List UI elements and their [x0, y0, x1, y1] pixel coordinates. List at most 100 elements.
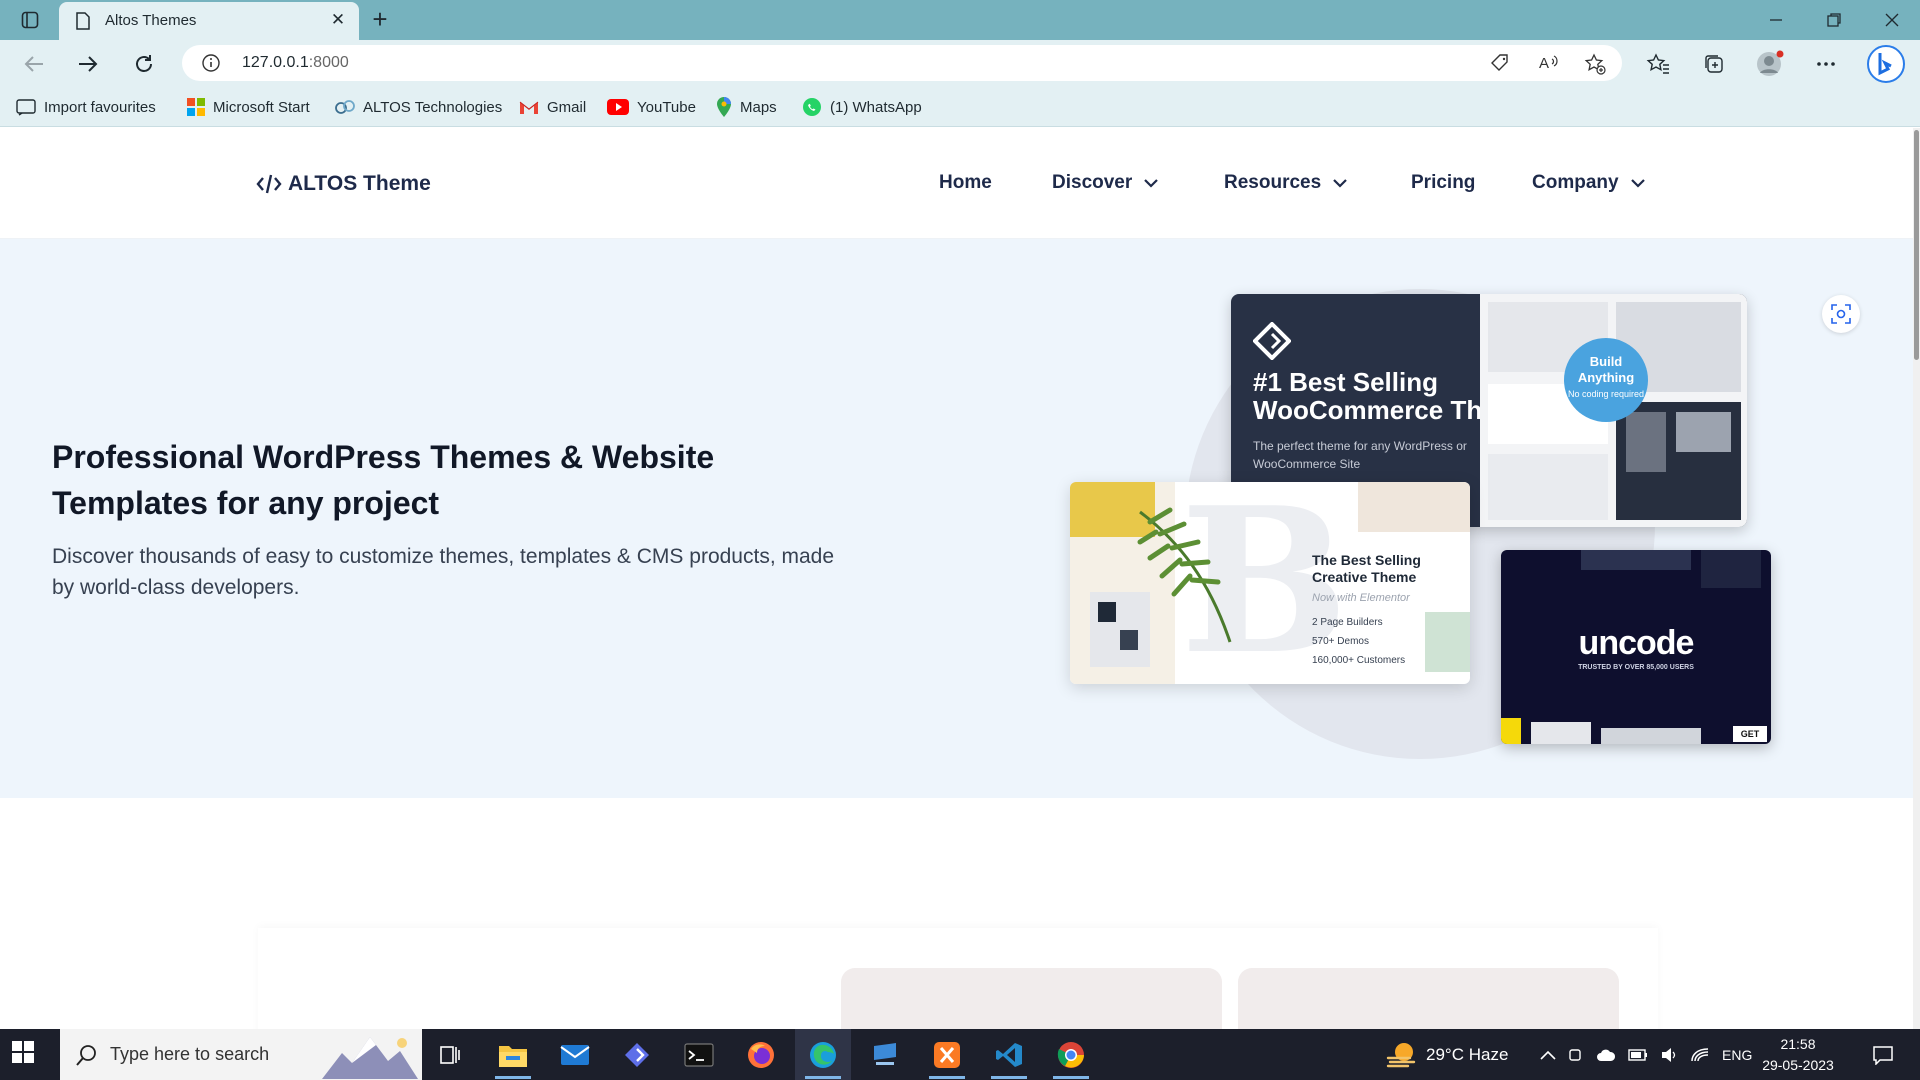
- collections-button[interactable]: [1698, 48, 1730, 80]
- start-button[interactable]: [12, 1041, 34, 1068]
- diamond-logo-icon: [1253, 322, 1291, 360]
- taskbar-vscode[interactable]: [981, 1029, 1037, 1080]
- terminal-icon: [684, 1042, 714, 1067]
- taskbar-power-automate[interactable]: [609, 1029, 665, 1080]
- price-tag-icon[interactable]: [1490, 53, 1510, 73]
- language-indicator[interactable]: ENG: [1722, 1047, 1752, 1063]
- taskbar-mail[interactable]: [547, 1029, 603, 1080]
- palm-leaf-icon: [1137, 507, 1232, 643]
- taskbar-clock[interactable]: 21:58 29-05-2023: [1756, 1034, 1840, 1076]
- favorite-gmail[interactable]: Gmail: [519, 96, 586, 118]
- uncode-get-label: GET: [1733, 726, 1767, 742]
- restore-button[interactable]: [1812, 6, 1856, 34]
- favorite-microsoft-start[interactable]: Microsoft Start: [187, 96, 310, 118]
- edge-icon: [810, 1041, 836, 1068]
- nav-resources[interactable]: Resources: [1224, 172, 1347, 194]
- nav-home[interactable]: Home: [939, 172, 992, 194]
- meet-now-icon[interactable]: [1568, 1047, 1584, 1063]
- task-view-button[interactable]: [422, 1029, 478, 1080]
- uncode-theme-card: uncode TRUSTED BY OVER 85,000 USERS GET: [1501, 550, 1771, 744]
- add-favorite-icon[interactable]: [1584, 53, 1606, 75]
- nav-discover[interactable]: Discover: [1052, 172, 1159, 194]
- close-icon: [1885, 13, 1899, 27]
- favorite-whatsapp[interactable]: (1) WhatsApp: [802, 96, 922, 118]
- more-menu-button[interactable]: [1810, 48, 1842, 80]
- favorite-youtube[interactable]: YouTube: [607, 96, 696, 118]
- taskbar-terminal[interactable]: [671, 1029, 727, 1080]
- minimize-button[interactable]: [1754, 6, 1798, 34]
- uncode-tagline: TRUSTED BY OVER 85,000 USERS: [1578, 664, 1694, 671]
- sun-haze-icon: [1386, 1042, 1416, 1067]
- favorite-altos[interactable]: ALTOS Technologies: [335, 96, 502, 118]
- taskbar-remote-desktop[interactable]: [857, 1029, 913, 1080]
- battery-icon[interactable]: [1628, 1048, 1648, 1061]
- scrollbar-thumb[interactable]: [1914, 130, 1919, 360]
- avatar-icon: [1757, 50, 1784, 76]
- bing-copilot-button[interactable]: [1866, 44, 1906, 84]
- windows-logo-icon: [12, 1041, 34, 1063]
- more-dots-icon: [1817, 62, 1835, 66]
- taskbar-xampp[interactable]: [919, 1029, 975, 1080]
- browser-tab-strip: Altos Themes ✕ +: [0, 0, 1920, 40]
- hero-theme-collage: #1 Best Selling WooCommerce Theme The pe…: [1060, 287, 1780, 767]
- uncode-brand-text: uncode: [1578, 624, 1695, 662]
- taskbar-file-explorer[interactable]: [485, 1029, 541, 1080]
- taskbar-edge[interactable]: [795, 1029, 851, 1080]
- address-bar[interactable]: 127.0.0.1:8000 A: [182, 45, 1622, 81]
- search-icon: [76, 1045, 96, 1066]
- taskbar-firefox[interactable]: [733, 1029, 789, 1080]
- notification-icon: [1873, 1045, 1893, 1065]
- taskbar-search[interactable]: Type here to search: [60, 1029, 422, 1080]
- nav-label: Discover: [1052, 172, 1133, 193]
- weather-widget[interactable]: 29°C Haze: [1386, 1029, 1508, 1080]
- notifications-button[interactable]: [1858, 1029, 1908, 1080]
- taskbar-chrome[interactable]: [1043, 1029, 1099, 1080]
- page-scrollbar[interactable]: [1913, 128, 1920, 1029]
- chrome-icon: [1057, 1041, 1084, 1068]
- power-automate-icon: [625, 1042, 649, 1067]
- svg-text:A: A: [1539, 55, 1549, 72]
- hero-section: Professional WordPress Themes & Website …: [0, 239, 1913, 798]
- profile-button[interactable]: [1754, 48, 1786, 80]
- nav-label: Company: [1532, 172, 1619, 193]
- site-logo[interactable]: ALTOS Theme: [256, 172, 431, 196]
- url-text: 127.0.0.1:8000: [242, 54, 349, 72]
- search-placeholder: Type here to search: [110, 1044, 270, 1064]
- nav-company[interactable]: Company: [1532, 172, 1645, 194]
- nav-pricing[interactable]: Pricing: [1411, 172, 1475, 194]
- read-aloud-icon[interactable]: A: [1538, 53, 1560, 73]
- file-explorer-icon: [499, 1045, 527, 1067]
- onedrive-cloud-icon[interactable]: [1596, 1048, 1616, 1062]
- web-page: ALTOS Theme Home Discover Resources Pric…: [0, 128, 1920, 1029]
- volume-icon[interactable]: [1660, 1047, 1678, 1063]
- site-header: ALTOS Theme Home Discover Resources Pric…: [0, 128, 1913, 239]
- mail-icon: [560, 1044, 590, 1065]
- back-button[interactable]: [18, 48, 50, 80]
- system-tray: ENG: [1540, 1029, 1752, 1080]
- task-view-icon: [440, 1045, 460, 1064]
- tab-close-button[interactable]: ✕: [327, 9, 349, 31]
- browser-tab-active[interactable]: Altos Themes ✕: [59, 2, 359, 40]
- favorite-label: Microsoft Start: [213, 98, 310, 116]
- refresh-button[interactable]: [128, 48, 160, 80]
- favorite-maps[interactable]: Maps: [716, 96, 777, 118]
- favorite-label: Maps: [740, 98, 777, 116]
- chevron-down-icon: [1630, 179, 1645, 188]
- visual-search-button[interactable]: [1822, 295, 1860, 333]
- favorites-button[interactable]: [1642, 48, 1674, 80]
- chevron-up-icon[interactable]: [1540, 1050, 1556, 1060]
- hero-subtitle: Discover thousands of easy to customize …: [52, 545, 835, 599]
- wifi-icon[interactable]: [1690, 1047, 1710, 1063]
- refresh-icon: [136, 55, 152, 72]
- favorite-import[interactable]: Import favourites: [16, 96, 156, 118]
- remote-desktop-icon: [874, 1042, 896, 1065]
- tab-title: Altos Themes: [105, 12, 197, 29]
- tab-actions-button[interactable]: [14, 8, 46, 32]
- clock-date: 29-05-2023: [1762, 1057, 1834, 1073]
- close-window-button[interactable]: [1870, 6, 1914, 34]
- search-highlight-image: [322, 1037, 418, 1079]
- new-tab-button[interactable]: +: [366, 6, 394, 34]
- forward-button[interactable]: [72, 48, 104, 80]
- browser-toolbar: 127.0.0.1:8000 A: [0, 40, 1920, 87]
- collections-icon: [1705, 55, 1723, 73]
